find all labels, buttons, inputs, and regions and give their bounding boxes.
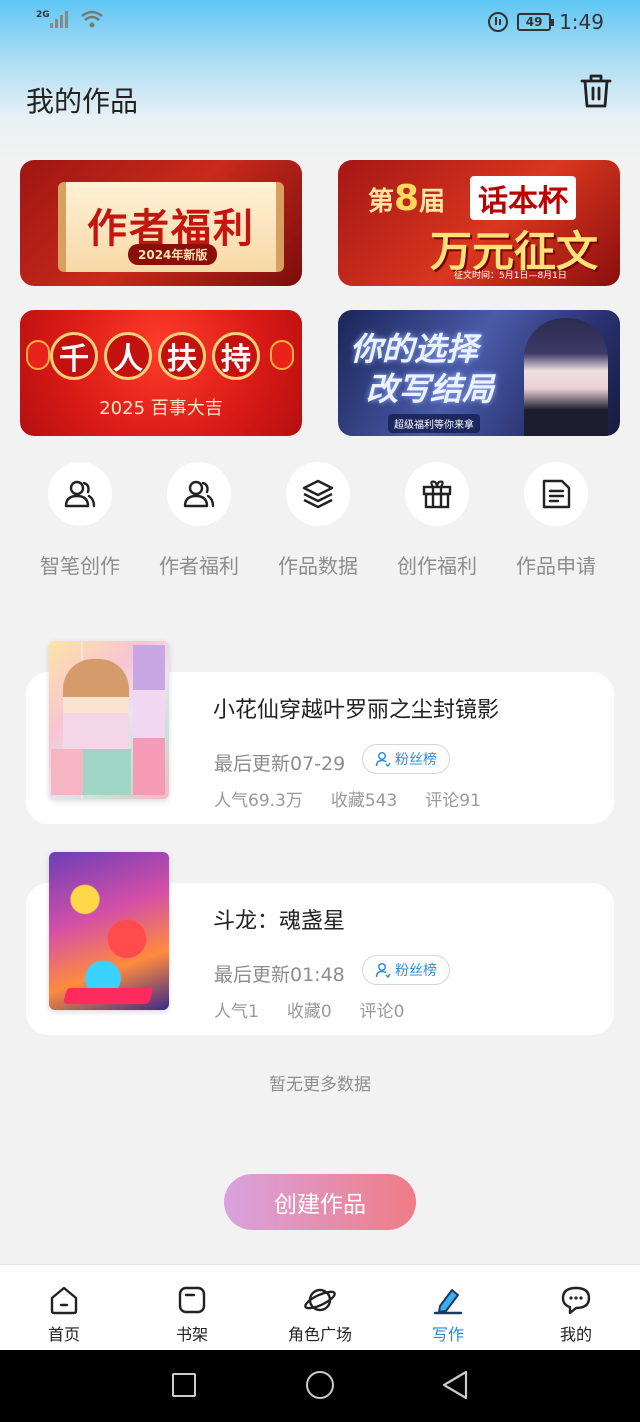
- status-bar: 2G 49 1:49: [0, 0, 640, 44]
- lantern-icon: [270, 340, 294, 370]
- trash-icon[interactable]: [578, 72, 614, 110]
- banner-tag: 话本杯: [470, 176, 576, 220]
- work-title[interactable]: 斗龙：魂盏星: [213, 903, 345, 935]
- tab-character-plaza[interactable]: 角色广场: [256, 1265, 384, 1350]
- back-button[interactable]: [440, 1369, 470, 1401]
- bookshelf-icon: [178, 1286, 206, 1314]
- work-popularity: 人气1: [214, 1002, 259, 1022]
- quick-action-label: 智笔创作: [40, 554, 120, 578]
- signal-icon: [50, 10, 68, 28]
- work-favorites: 收藏543: [330, 791, 398, 811]
- users-icon: [48, 462, 112, 526]
- layers-icon: [286, 462, 350, 526]
- character-illustration: [524, 318, 608, 436]
- chat-icon: [561, 1286, 591, 1315]
- quick-action-work-application[interactable]: 作品申请: [501, 462, 611, 579]
- lantern-icon: [26, 340, 50, 370]
- network-type: 2G: [36, 10, 50, 20]
- quick-action-label: 作品数据: [278, 554, 358, 578]
- banner-choice[interactable]: 你的选择 改写结局 超级福利等你来拿: [338, 310, 620, 436]
- user-icon: [375, 962, 391, 978]
- home-icon: [50, 1286, 78, 1315]
- banner-edition: 第8届: [368, 178, 446, 219]
- create-work-button[interactable]: 创建作品: [224, 1174, 416, 1230]
- quick-action-smart-writing[interactable]: 智笔创作: [25, 462, 135, 579]
- banner-support[interactable]: 千 人 扶 持 2025 百事大吉: [20, 310, 302, 436]
- work-stats: 人气1 收藏0 评论0: [214, 997, 432, 1022]
- tab-label: 我的: [559, 1325, 592, 1344]
- battery-level: 49: [525, 15, 543, 29]
- banner-note: 征文时间：5月1日—8月1日: [454, 271, 567, 281]
- banner-scroll: 作者福利 2024年新版: [58, 182, 284, 272]
- system-nav-bar: [0, 1350, 640, 1422]
- tab-home[interactable]: 首页: [0, 1265, 128, 1350]
- gift-icon: [405, 462, 469, 526]
- user-icon: [375, 751, 391, 767]
- status-time: 1:49: [559, 10, 604, 34]
- tab-label: 书架: [175, 1325, 208, 1344]
- quick-action-label: 作品申请: [516, 554, 596, 578]
- quick-action-label: 创作福利: [397, 554, 477, 578]
- work-cover[interactable]: [49, 852, 169, 1010]
- work-comments: 评论0: [359, 1002, 405, 1022]
- work-favorites: 收藏0: [286, 1002, 332, 1022]
- quick-action-label: 作者福利: [159, 554, 239, 578]
- banner-subtitle: 2025 百事大吉: [99, 398, 223, 419]
- tab-label: 角色广场: [287, 1325, 352, 1344]
- work-cover[interactable]: [49, 641, 169, 799]
- work-updated: 最后更新01:48: [214, 964, 345, 986]
- recent-apps-button[interactable]: [172, 1373, 196, 1397]
- fans-rank-button[interactable]: 粉丝榜: [362, 744, 450, 774]
- work-updated: 最后更新07-29: [214, 753, 346, 775]
- work-stats: 人气69.3万 收藏543 评论91: [214, 786, 509, 811]
- home-button[interactable]: [306, 1371, 334, 1399]
- work-popularity: 人气69.3万: [214, 791, 303, 811]
- tab-bookshelf[interactable]: 书架: [128, 1265, 256, 1350]
- document-icon: [524, 462, 588, 526]
- banner-author-welfare[interactable]: 作者福利 2024年新版: [20, 160, 302, 286]
- tab-writing[interactable]: 写作: [384, 1265, 512, 1350]
- planet-icon: [304, 1288, 336, 1312]
- users-icon: [167, 462, 231, 526]
- banner-subtitle: 2024年新版: [128, 244, 218, 265]
- page-title: 我的作品: [26, 85, 139, 118]
- tab-label: 写作: [431, 1325, 464, 1344]
- pen-icon: [433, 1289, 463, 1315]
- fans-rank-label: 粉丝榜: [395, 963, 437, 979]
- quick-action-creation-welfare[interactable]: 创作福利: [382, 462, 492, 579]
- no-more-data: 暂无更多数据: [269, 1075, 371, 1095]
- tab-mine[interactable]: 我的: [512, 1265, 640, 1350]
- wifi-icon: [81, 10, 103, 28]
- banner-essay-contest[interactable]: 第8届 话本杯 万元征文 征文时间：5月1日—8月1日: [338, 160, 620, 286]
- quick-action-work-data[interactable]: 作品数据: [263, 462, 373, 579]
- quick-action-author-welfare[interactable]: 作者福利: [144, 462, 254, 579]
- banner-note: 超级福利等你来拿: [388, 414, 480, 433]
- fans-rank-label: 粉丝榜: [395, 752, 437, 768]
- bottom-tab-bar: 首页 书架 角色广场 写作 我的: [0, 1264, 640, 1350]
- tab-label: 首页: [47, 1325, 80, 1344]
- fans-rank-button[interactable]: 粉丝榜: [362, 955, 450, 985]
- battery-icon: 49: [517, 13, 555, 31]
- banner-title: 千 人 扶 持: [50, 332, 260, 380]
- banner-line2: 改写结局: [366, 370, 495, 408]
- work-title[interactable]: 小花仙穿越叶罗丽之尘封镜影: [213, 692, 499, 724]
- work-comments: 评论91: [425, 791, 481, 811]
- alarm-icon: [488, 12, 509, 32]
